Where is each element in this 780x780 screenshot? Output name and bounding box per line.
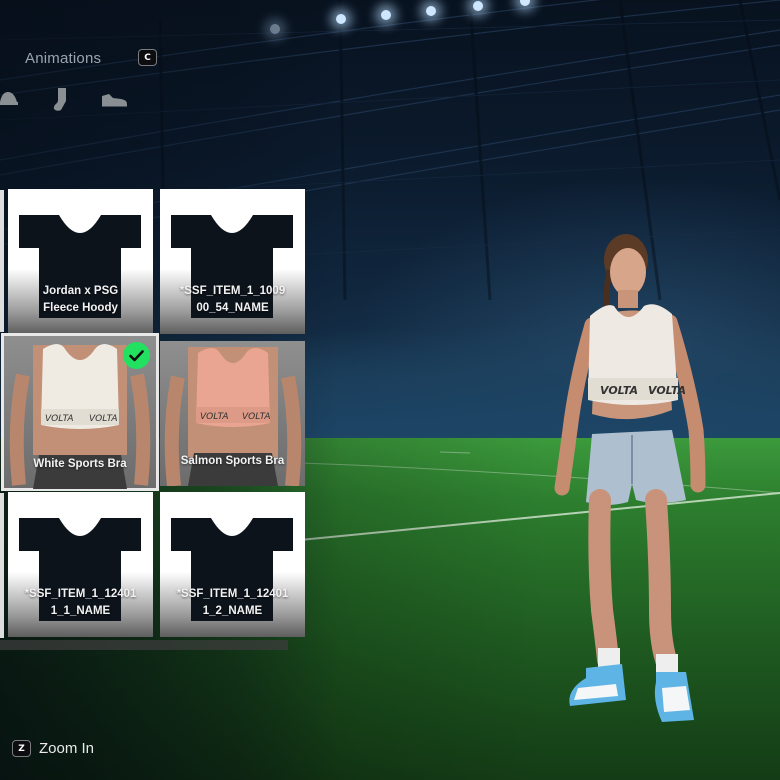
svg-text:VOLTA: VOLTA	[200, 412, 228, 422]
checkmark-icon	[129, 349, 144, 361]
player-left-shoe	[569, 664, 626, 706]
previous-column-edge[interactable]	[0, 190, 4, 332]
item-tile[interactable]: *SSF_ITEM_1_12401 1_1_NAME	[8, 492, 153, 637]
item-name: *SSF_ITEM_1_12401 1_2_NAME	[176, 588, 289, 617]
item-tile[interactable]: Jordan x PSG Fleece Hoody	[8, 189, 153, 334]
animations-key-hint: C	[138, 49, 157, 66]
animations-label[interactable]: Animations	[25, 50, 101, 67]
item-name: Salmon Sports Bra	[180, 455, 285, 467]
svg-text:VOLTA: VOLTA	[45, 414, 73, 424]
item-name: White Sports Bra	[33, 458, 127, 470]
grid-scrollbar[interactable]	[0, 640, 288, 650]
svg-text:VOLTA: VOLTA	[242, 412, 270, 422]
zoom-key-hint: Z	[12, 740, 31, 757]
player-avatar[interactable]: VOLTA VOLTA	[548, 230, 718, 730]
equipped-check-badge	[123, 342, 150, 369]
player-right-leg	[645, 489, 677, 671]
player-left-leg	[588, 489, 619, 671]
player-top-brand: VOLTA	[600, 384, 638, 397]
item-tile-selected[interactable]: VOLTA VOLTA White Sports Bra	[1, 333, 159, 491]
player-neck	[618, 290, 638, 308]
stadium-light	[426, 6, 436, 16]
zoom-in-button[interactable]: Zoom In	[39, 740, 94, 757]
shoe-icon[interactable]	[101, 88, 129, 108]
player-left-arm	[554, 317, 600, 496]
item-name: *SSF_ITEM_1_12401 1_1_NAME	[24, 588, 137, 617]
previous-column-edge[interactable]	[0, 493, 4, 638]
player-right-shoe-white	[662, 686, 690, 712]
item-grid: Jordan x PSG Fleece Hoody *SSF_ITEM_1_100…	[0, 188, 310, 648]
player-sock	[656, 654, 678, 674]
stadium-light	[473, 1, 483, 11]
item-name: *SSF_ITEM_1_1009 00_54_NAME	[179, 285, 286, 314]
stadium-light	[381, 10, 391, 20]
sock-icon[interactable]	[52, 88, 70, 112]
item-name: Jordan x PSG Fleece Hoody	[42, 285, 119, 314]
hat-icon[interactable]	[0, 88, 20, 108]
item-tile[interactable]: *SSF_ITEM_1_12401 1_2_NAME	[160, 492, 305, 637]
svg-text:VOLTA: VOLTA	[89, 414, 117, 424]
item-tile[interactable]: VOLTA VOLTA Salmon Sports Bra	[160, 341, 305, 486]
player-top-brand: VOLTA	[648, 384, 686, 397]
player-head	[610, 248, 646, 296]
item-tile[interactable]: *SSF_ITEM_1_1009 00_54_NAME	[160, 189, 305, 334]
